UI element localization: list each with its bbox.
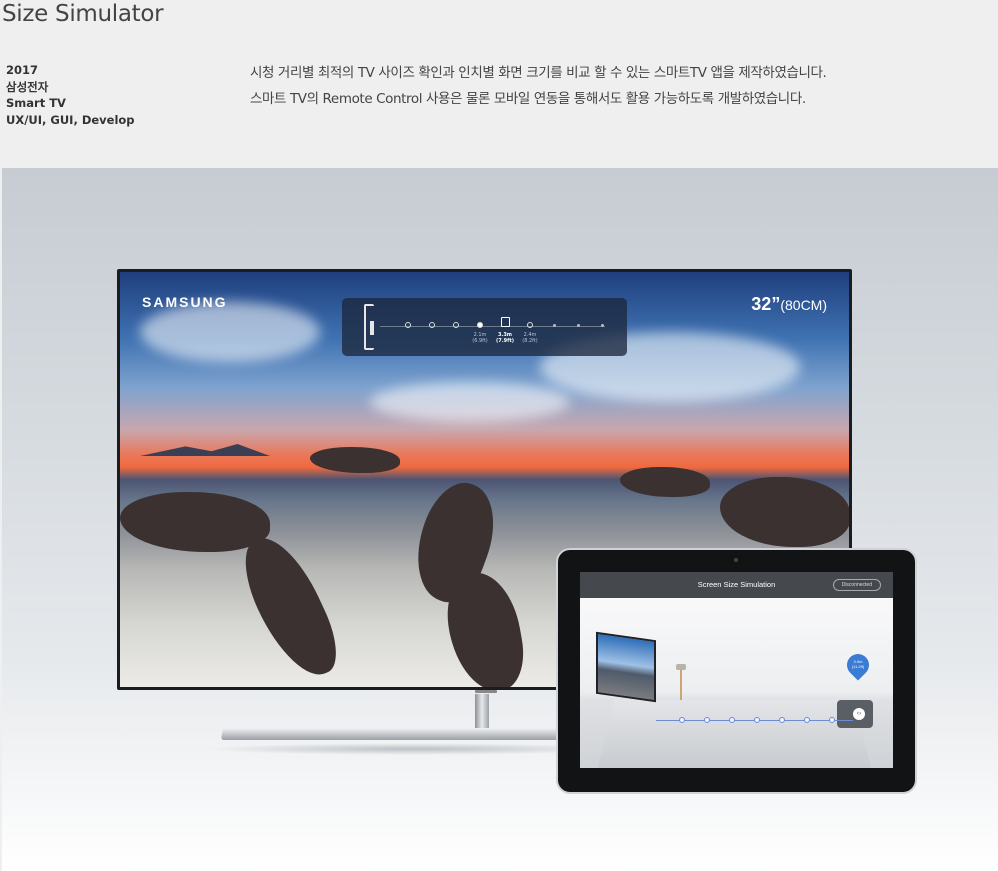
tablet-screen: Screen Size Simulation Disconnected ‹› 3…	[580, 572, 893, 768]
tv-bottom-logo	[475, 690, 497, 693]
app-header: Screen Size Simulation Disconnected	[580, 572, 893, 598]
distance-tick[interactable]	[429, 322, 435, 328]
rock-shape	[231, 526, 349, 687]
distance-label: 2.1m (6.9ft)	[472, 332, 488, 344]
viewer-icon[interactable]	[501, 317, 510, 327]
tablet-mockup: Screen Size Simulation Disconnected ‹› 3…	[556, 548, 917, 794]
room-floor	[598, 700, 871, 768]
camera-icon	[734, 558, 738, 562]
distance-tick[interactable]	[600, 324, 604, 327]
room-distance-tick[interactable]	[704, 717, 710, 723]
mountain-shape	[140, 444, 270, 456]
connection-status-button[interactable]: Disconnected	[832, 579, 881, 591]
tv-stand-base	[220, 728, 564, 740]
distance-track	[380, 326, 605, 327]
distance-tick[interactable]	[576, 324, 580, 327]
samsung-logo: SAMSUNG	[142, 294, 228, 310]
distance-tick[interactable]	[405, 322, 411, 328]
project-roles: UX/UI, GUI, Develop	[6, 112, 135, 127]
project-year: 2017	[6, 63, 39, 77]
move-arrows-icon[interactable]: ‹›	[853, 708, 865, 720]
distance-label-current: 3.3m (7.9ft)	[496, 332, 514, 344]
distance-tick[interactable]	[552, 324, 556, 327]
rock-shape	[310, 447, 400, 473]
room-distance-tick[interactable]	[679, 717, 685, 723]
page-title: Size Simulator	[2, 1, 164, 27]
cloud-shape	[370, 382, 570, 422]
rock-shape	[120, 492, 270, 552]
room-distance-tick[interactable]	[729, 717, 735, 723]
size-inch: 32”	[751, 294, 781, 314]
rock-shape	[620, 467, 710, 497]
distance-tick[interactable]	[477, 322, 483, 328]
cloud-shape	[140, 302, 320, 362]
wall-tv-image	[596, 631, 656, 703]
distance-tick[interactable]	[453, 322, 459, 328]
tv-side-icon	[364, 304, 374, 350]
tv-size-label: 32”(80CM)	[751, 294, 827, 315]
room-distance-tick[interactable]	[754, 717, 760, 723]
project-platform: Smart TV	[6, 96, 66, 110]
description-line-1: 시청 거리별 최적의 TV 사이즈 확인과 인치별 화면 크기를 비교 할 수 …	[250, 65, 827, 81]
description-line-2: 스마트 TV의 Remote Control 사용은 물론 모바일 연동을 통해…	[250, 91, 806, 107]
distance-simulator-panel: 2.1m (6.9ft) 3.3m (7.9ft) 2.4m (8.2ft)	[342, 298, 627, 356]
rock-shape	[720, 477, 849, 547]
project-meta: 2017 삼성전자 Smart TV UX/UI, GUI, Develop	[6, 62, 135, 128]
distance-label: 2.4m (8.2ft)	[522, 332, 538, 344]
project-description: 시청 거리별 최적의 TV 사이즈 확인과 인치별 화면 크기를 비교 할 수 …	[250, 60, 827, 112]
room-simulation: ‹› 3.0m (11.2ft)	[580, 598, 893, 768]
size-cm: (80CM)	[780, 297, 827, 313]
room-distance-tick[interactable]	[829, 717, 835, 723]
project-client: 삼성전자	[6, 79, 49, 94]
pin-distance-label: 3.0m (11.2ft)	[851, 659, 865, 669]
showcase-image: SAMSUNG 32”(80CM) 2.1m (6.9ft) 3.3m (7.9ft…	[2, 168, 998, 871]
room-distance-tick[interactable]	[779, 717, 785, 723]
rock-shape	[440, 566, 530, 687]
distance-tick[interactable]	[527, 322, 533, 328]
room-distance-tick[interactable]	[804, 717, 810, 723]
lamp-stand	[680, 670, 682, 700]
